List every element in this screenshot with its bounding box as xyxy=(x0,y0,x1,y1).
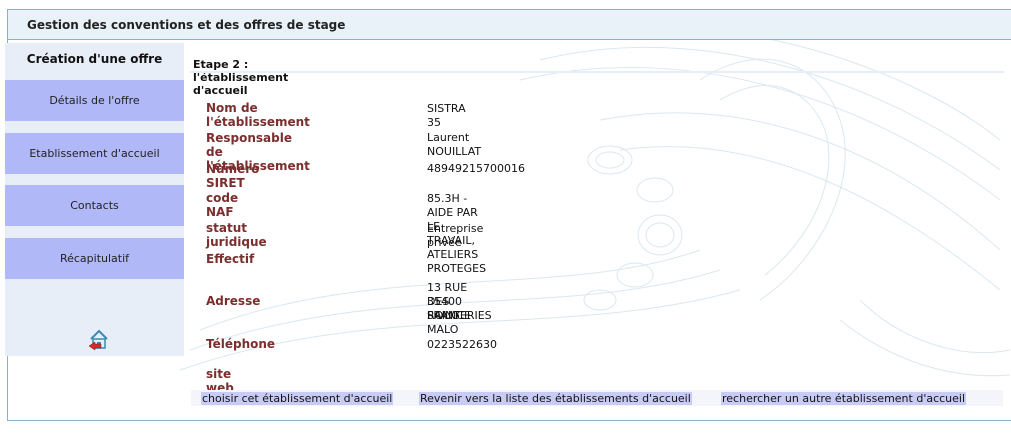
sidebar-item-offer-details[interactable]: Détails de l'offre xyxy=(5,80,184,121)
label-siret-number: Numero SIRET xyxy=(206,162,260,190)
value-siret-number: 48949215700016 xyxy=(427,162,525,175)
step-divider xyxy=(190,71,1004,73)
value-address-line-3: FRANCE xyxy=(427,309,471,322)
value-establishment-name: SISTRA 35 xyxy=(427,102,466,129)
sidebar: Création d'une offre Détails de l'offre … xyxy=(5,43,184,356)
search-other-establishment-link[interactable]: rechercher un autre établissement d'accu… xyxy=(721,392,967,405)
choose-establishment-link[interactable]: choisir cet établissement d'accueil xyxy=(201,392,394,405)
label-naf-code: code NAF xyxy=(206,191,239,219)
sidebar-item-host-establishment[interactable]: Etablissement d'accueil xyxy=(5,133,184,174)
sidebar-item-summary[interactable]: Récapitulatif xyxy=(5,238,184,279)
label-phone: Téléphone xyxy=(206,337,276,351)
sidebar-item-contacts[interactable]: Contacts xyxy=(5,185,184,226)
label-establishment-name: Nom de l'établissement xyxy=(206,101,310,129)
value-establishment-manager: Laurent NOUILLAT xyxy=(427,131,482,158)
label-headcount: Effectif xyxy=(206,252,255,266)
label-legal-status: statut juridique xyxy=(206,221,267,249)
home-return-icon[interactable] xyxy=(87,327,111,351)
label-address: Adresse xyxy=(206,294,261,308)
value-legal-status: Entreprise privée xyxy=(427,222,484,249)
back-to-list-link[interactable]: Revenir vers la liste des établissements… xyxy=(419,392,692,405)
page-title: Gestion des conventions et des offres de… xyxy=(27,18,346,32)
value-phone: 0223522630 xyxy=(427,338,497,351)
step-title: Etape 2 : l'établissement d'accueil xyxy=(193,58,289,97)
sidebar-title: Création d'une offre xyxy=(26,52,163,66)
header-bar: Gestion des conventions et des offres de… xyxy=(8,10,1011,40)
